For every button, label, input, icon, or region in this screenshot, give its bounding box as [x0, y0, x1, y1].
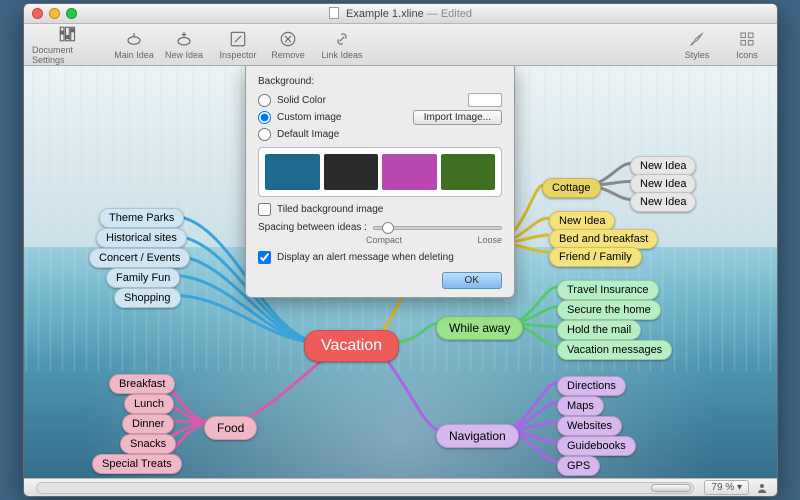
- mindmap-node[interactable]: Secure the home: [557, 300, 661, 320]
- color-swatch[interactable]: [382, 154, 437, 190]
- background-section-label: Background:: [258, 76, 502, 87]
- toolbar-label: New Idea: [165, 50, 203, 60]
- mindmap-node[interactable]: Breakfast: [109, 374, 175, 394]
- toolbar-label: Main Idea: [114, 50, 154, 60]
- custom-image-label: Custom image: [277, 112, 341, 123]
- toolbar-label: Icons: [736, 50, 758, 60]
- mindmap-node[interactable]: New Idea: [549, 211, 615, 231]
- spacing-label: Spacing between ideas :: [258, 222, 367, 233]
- spacing-min-label: Compact: [366, 235, 402, 245]
- x-circle-icon: [278, 30, 298, 48]
- mindmap-node[interactable]: Theme Parks: [99, 208, 184, 228]
- pencil-square-icon: [228, 30, 248, 48]
- mindmap-root-node[interactable]: Vacation: [304, 330, 399, 362]
- color-swatch-row: [258, 147, 502, 197]
- mindmap-node[interactable]: New Idea: [630, 156, 696, 176]
- document-icon: [329, 7, 339, 19]
- titlebar: Example 1.xline — Edited: [24, 4, 777, 24]
- mindmap-node[interactable]: Friend / Family: [549, 247, 642, 267]
- ok-button[interactable]: OK: [442, 272, 502, 289]
- delete-alert-checkbox[interactable]: [258, 251, 271, 264]
- window-title-text: Example 1.xline: [346, 8, 424, 20]
- mindmap-node[interactable]: Dinner: [122, 414, 174, 434]
- spacing-slider[interactable]: [373, 226, 502, 230]
- mindmap-node[interactable]: Family Fun: [106, 268, 180, 288]
- default-image-label: Default Image: [277, 129, 339, 140]
- color-swatch[interactable]: [265, 154, 320, 190]
- chevron-down-icon: ▾: [737, 482, 742, 493]
- styles-button[interactable]: Styles: [673, 28, 721, 62]
- app-window: Example 1.xline — Edited Document Settin…: [23, 3, 778, 497]
- mindmap-node[interactable]: Bed and breakfast: [549, 229, 658, 249]
- sliders-icon: [57, 25, 77, 43]
- link-icon: [332, 30, 352, 48]
- mindmap-node[interactable]: Travel Insurance: [557, 280, 659, 300]
- zoom-level-text: 79 %: [711, 482, 734, 493]
- solid-color-label: Solid Color: [277, 95, 326, 106]
- mindmap-node[interactable]: Lunch: [124, 394, 174, 414]
- toolbar-label: Link Ideas: [321, 50, 362, 60]
- window-title: Example 1.xline — Edited: [24, 7, 777, 20]
- window-edited-indicator: — Edited: [424, 8, 472, 20]
- solid-color-radio[interactable]: [258, 94, 271, 107]
- color-swatch[interactable]: [324, 154, 379, 190]
- tiled-background-checkbox[interactable]: [258, 203, 271, 216]
- mindmap-hub-while-away[interactable]: While away: [436, 316, 523, 340]
- mindmap-hub-navigation[interactable]: Navigation: [436, 424, 519, 448]
- toolbar-label: Inspector: [219, 50, 256, 60]
- solid-color-swatch[interactable]: [468, 93, 502, 107]
- inspector-button[interactable]: Inspector: [214, 28, 262, 62]
- user-icon[interactable]: [755, 482, 769, 494]
- icons-button[interactable]: Icons: [723, 28, 771, 62]
- document-settings-panel: Background: Solid Color Custom image Imp…: [245, 66, 515, 298]
- mindmap-node[interactable]: Maps: [557, 396, 604, 416]
- mindmap-node[interactable]: New Idea: [630, 174, 696, 194]
- toolbar: Document Settings Main Idea New Idea Ins…: [24, 24, 777, 66]
- grid-icon: [737, 30, 757, 48]
- mindmap-canvas[interactable]: Vacation Food Navigation While away dati…: [24, 66, 777, 478]
- mindmap-node[interactable]: New Idea: [630, 192, 696, 212]
- spacing-max-label: Loose: [477, 235, 502, 245]
- mindmap-node[interactable]: GPS: [557, 456, 600, 476]
- remove-button[interactable]: Remove: [264, 28, 312, 62]
- status-bar: 79 % ▾: [24, 478, 777, 496]
- new-idea-button[interactable]: New Idea: [160, 28, 208, 62]
- delete-alert-label: Display an alert message when deleting: [277, 252, 454, 263]
- mindmap-node[interactable]: Concert / Events: [89, 248, 190, 268]
- link-ideas-button[interactable]: Link Ideas: [318, 28, 366, 62]
- mindmap-node[interactable]: Special Treats: [92, 454, 182, 474]
- mindmap-node[interactable]: Hold the mail: [557, 320, 641, 340]
- mindmap-node[interactable]: Guidebooks: [557, 436, 636, 456]
- mindmap-node[interactable]: Shopping: [114, 288, 181, 308]
- mindmap-node-cottage[interactable]: Cottage: [542, 178, 601, 198]
- mindmap-node[interactable]: Historical sites: [96, 228, 187, 248]
- tiled-background-label: Tiled background image: [277, 204, 383, 215]
- paintbrush-icon: [687, 30, 707, 48]
- spacing-slider-thumb[interactable]: [382, 222, 394, 234]
- toolbar-label: Styles: [685, 50, 710, 60]
- document-settings-button[interactable]: Document Settings: [30, 23, 104, 67]
- custom-image-radio[interactable]: [258, 111, 271, 124]
- color-swatch[interactable]: [441, 154, 496, 190]
- mindmap-node[interactable]: Vacation messages: [557, 340, 672, 360]
- mindmap-node[interactable]: Directions: [557, 376, 626, 396]
- mindmap-node[interactable]: Snacks: [120, 434, 176, 454]
- default-image-radio[interactable]: [258, 128, 271, 141]
- toolbar-label: Remove: [271, 50, 305, 60]
- import-image-button[interactable]: Import Image...: [413, 110, 502, 125]
- mindmap-node[interactable]: Websites: [557, 416, 622, 436]
- zoom-level-button[interactable]: 79 % ▾: [704, 480, 749, 495]
- main-idea-button[interactable]: Main Idea: [110, 28, 158, 62]
- mindmap-hub-food[interactable]: Food: [204, 416, 257, 440]
- horizontal-scrollbar[interactable]: [36, 482, 694, 494]
- plus-node-icon: [174, 30, 194, 48]
- scrollbar-thumb[interactable]: [651, 484, 691, 492]
- home-node-icon: [124, 30, 144, 48]
- toolbar-label: Document Settings: [32, 45, 102, 65]
